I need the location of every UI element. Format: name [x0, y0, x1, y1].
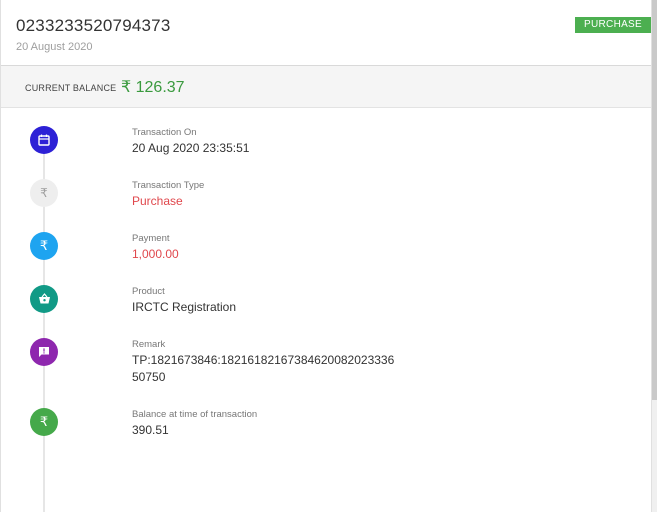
transaction-id: 0233233520794373: [16, 16, 171, 35]
transaction-on-label: Transaction On: [132, 127, 197, 138]
balance-at-transaction-value: 390.51: [132, 423, 169, 437]
remark-value-line1: TP:1821673846:18216182167384620082023336: [132, 353, 395, 367]
comment-alert-icon: [30, 338, 58, 366]
remark-label: Remark: [132, 339, 166, 350]
product-value: IRCTC Registration: [132, 300, 237, 314]
transaction-header: 0233233520794373 20 August 2020 PURCHASE: [1, 0, 651, 66]
status-badge: PURCHASE: [575, 17, 651, 33]
transaction-on-value: 20 Aug 2020 23:35:51: [132, 141, 250, 155]
scrollbar-thumb[interactable]: [652, 0, 657, 400]
current-balance-label: CURRENT BALANCE: [25, 83, 117, 93]
current-balance-bar: CURRENT BALANCE ₹ 126.37: [1, 66, 651, 108]
transaction-type-value: Purchase: [132, 194, 183, 208]
balance-at-transaction-label: Balance at time of transaction: [132, 409, 258, 420]
product-label: Product: [132, 286, 165, 297]
rupee-icon: ₹: [30, 232, 58, 260]
transaction-date: 20 August 2020: [16, 41, 93, 53]
current-balance-value: ₹ 126.37: [121, 79, 185, 96]
payment-label: Payment: [132, 233, 170, 244]
calendar-icon: [30, 126, 58, 154]
transaction-type-label: Transaction Type: [132, 180, 205, 191]
rupee-icon: ₹: [30, 179, 58, 207]
transaction-detail-card: 0233233520794373 20 August 2020 PURCHASE…: [0, 0, 652, 512]
remark-value-line2: 50750: [132, 370, 166, 384]
payment-value: 1,000.00: [132, 247, 179, 261]
rupee-icon: ₹: [30, 408, 58, 436]
basket-icon: [30, 285, 58, 313]
